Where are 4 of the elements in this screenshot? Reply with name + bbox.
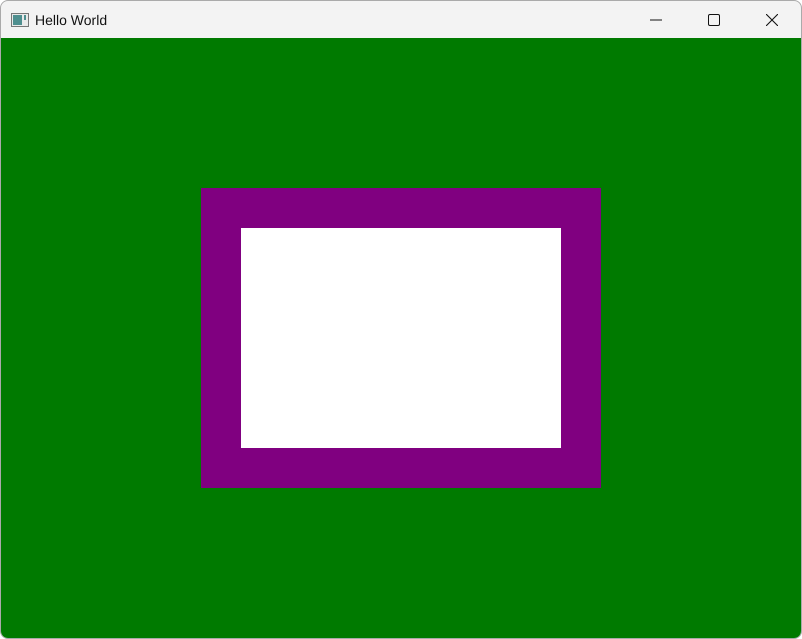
window-title: Hello World [35, 12, 108, 28]
app-icon [11, 12, 29, 26]
close-icon [766, 14, 778, 26]
maximize-icon [708, 14, 720, 26]
